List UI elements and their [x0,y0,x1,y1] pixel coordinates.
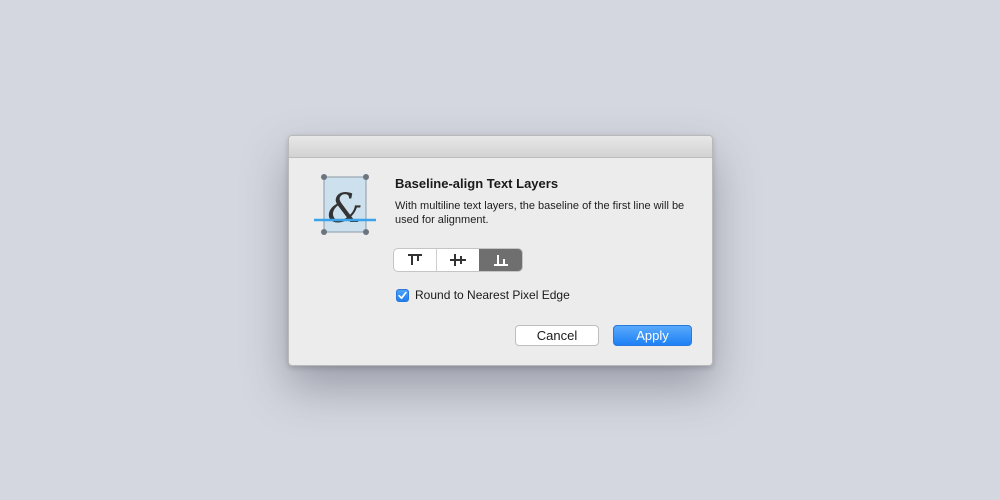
desktop-background: & Baseline-align Text Layers With multil… [0,0,1000,500]
apply-button[interactable]: Apply [613,325,692,346]
align-top-icon [408,254,422,265]
align-top-button[interactable] [394,249,436,271]
baseline-ampersand-icon: & [311,174,377,240]
align-baseline-icon [494,255,508,266]
dialog-description: With multiline text layers, the baseline… [395,200,685,226]
round-pixel-edge-label[interactable]: Round to Nearest Pixel Edge [415,288,570,302]
baseline-align-dialog: & Baseline-align Text Layers With multil… [288,135,713,366]
cancel-button[interactable]: Cancel [515,325,599,346]
dialog-title: Baseline-align Text Layers [395,176,559,191]
checkmark-icon [398,291,407,299]
align-baseline-button[interactable] [479,249,522,271]
align-middle-button[interactable] [436,249,479,271]
round-pixel-edge-checkbox[interactable] [396,288,409,302]
alignment-segmented-control [394,249,522,271]
round-pixel-edge-row[interactable]: Round to Nearest Pixel Edge [396,288,570,302]
svg-text:&: & [327,186,363,232]
align-middle-icon [450,254,466,266]
dialog-titlebar[interactable] [289,136,712,158]
